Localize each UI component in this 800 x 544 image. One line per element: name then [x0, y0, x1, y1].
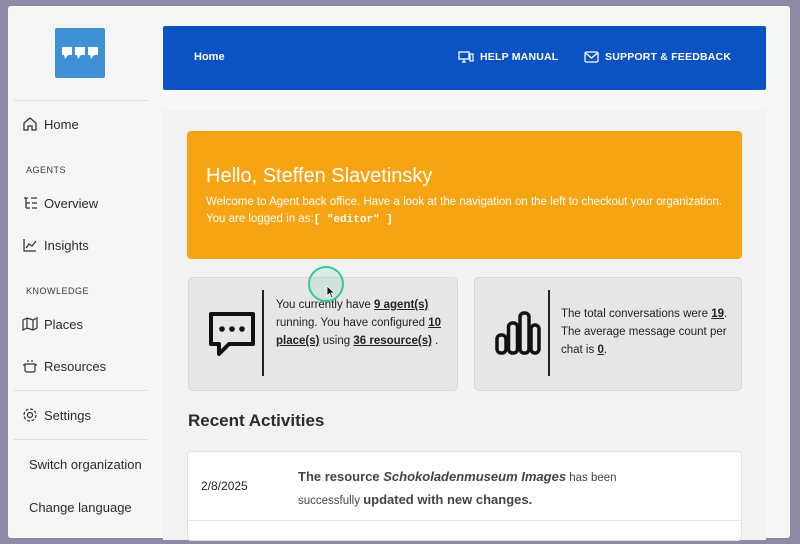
sidebar-item-label: Overview — [44, 195, 99, 211]
bar-chart-icon — [495, 311, 541, 355]
card-divider — [548, 290, 550, 376]
stats-text: . — [603, 344, 608, 356]
sidebar-divider — [14, 439, 148, 440]
switch-organization-link[interactable]: Switch organization — [29, 452, 142, 476]
activity-resource-name[interactable]: Schokoladenmuseum Images — [383, 469, 566, 484]
agents-stats-text: You currently have 9 agent(s) running. Y… — [276, 296, 451, 350]
mouse-pointer-icon — [326, 285, 336, 299]
stats-text: . — [431, 335, 439, 347]
conversation-stats-card: The total conversations were 19. The ave… — [474, 277, 742, 391]
sidebar-item-label: Home — [44, 116, 79, 132]
home-icon — [23, 117, 37, 131]
welcome-text: Welcome to Agent back office. Have a loo… — [206, 194, 724, 229]
chat-dots-icon — [209, 312, 255, 356]
support-feedback-label: SUPPORT & FEEDBACK — [605, 51, 732, 63]
sidebar-item-settings[interactable]: Settings — [22, 403, 91, 427]
activity-description: The resource Schokoladenmuseum Images ha… — [298, 466, 638, 512]
map-icon — [22, 317, 38, 331]
sidebar-divider — [14, 100, 148, 101]
help-manual-link[interactable]: HELP MANUAL — [458, 51, 558, 63]
support-feedback-link[interactable]: SUPPORT & FEEDBACK — [584, 51, 731, 63]
agents-link[interactable]: 9 agent(s) — [374, 299, 428, 311]
card-divider — [262, 290, 264, 376]
stats-text: using — [319, 335, 354, 347]
activity-date: 2/8/2025 — [201, 479, 248, 493]
help-manual-label: HELP MANUAL — [480, 51, 559, 63]
section-label-knowledge: KNOWLEDGE — [26, 286, 90, 296]
activity-text: updated with new changes. — [363, 492, 533, 507]
resources-link[interactable]: 36 resource(s) — [353, 335, 432, 347]
conversation-stats-text: The total conversations were 19. The ave… — [561, 305, 733, 359]
sidebar-item-places[interactable]: Places — [22, 312, 83, 336]
app-logo[interactable] — [55, 28, 105, 78]
sidebar-divider — [14, 390, 148, 391]
user-role: [ "editor" ] — [313, 214, 393, 226]
logged-in-label: You are logged in as: — [206, 213, 314, 225]
sidebar-item-insights[interactable]: Insights — [22, 233, 89, 257]
stats-text: running. You have configured — [276, 317, 429, 329]
sidebar-item-home[interactable]: Home — [22, 112, 79, 136]
sidebar-item-label: Settings — [44, 407, 91, 423]
monitor-icon — [458, 51, 474, 63]
pot-icon — [23, 360, 37, 373]
sidebar-item-label: Places — [44, 316, 84, 332]
stats-text: The total conversations were — [561, 308, 712, 320]
mail-icon — [584, 51, 599, 63]
welcome-banner: Hello, Steffen Slavetinsky Welcome to Ag… — [187, 131, 742, 259]
gear-icon — [23, 408, 37, 422]
sidebar-item-label: Insights — [44, 237, 89, 253]
welcome-message: Welcome to Agent back office. Have a loo… — [206, 196, 723, 208]
sidebar-item-overview[interactable]: Overview — [22, 191, 98, 215]
activity-text: The resource — [298, 469, 384, 484]
recent-activities-heading: Recent Activities — [188, 411, 325, 430]
nav-home-link[interactable]: Home — [194, 51, 225, 63]
sidebar-item-label: Resources — [44, 358, 107, 374]
welcome-title: Hello, Steffen Slavetinsky — [206, 165, 433, 187]
sidebar-item-resources[interactable]: Resources — [22, 354, 106, 378]
chat-bubbles-icon — [62, 47, 98, 59]
total-conversations: 19 — [711, 308, 725, 320]
change-language-link[interactable]: Change language — [29, 495, 132, 519]
list-tree-icon — [24, 197, 37, 209]
top-nav-bar: Home HELP MANUAL SUPPORT & FEEDBACK — [163, 26, 766, 90]
sidebar: Home AGENTS Overview Insights KNOWLEDGE … — [8, 6, 154, 538]
activity-list: 2/8/2025 The resource Schokoladenmuseum … — [187, 451, 742, 541]
activity-row-divider — [188, 520, 741, 521]
line-chart-icon — [23, 239, 37, 252]
section-label-agents: AGENTS — [26, 165, 67, 175]
